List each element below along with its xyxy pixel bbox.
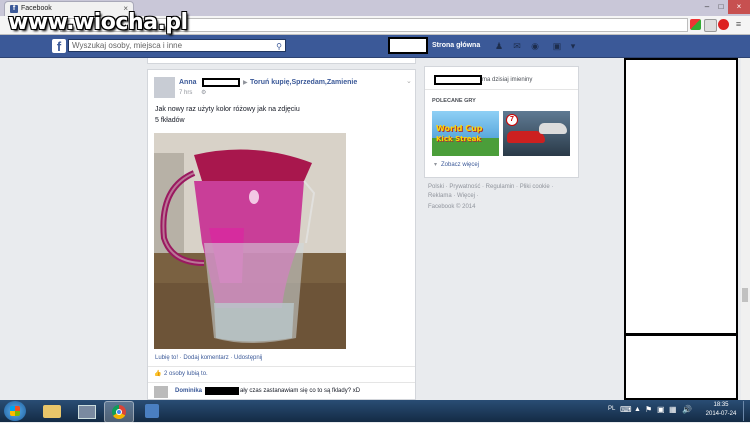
divider [425,89,578,90]
maximize-button[interactable]: □ [714,0,728,14]
window-controls: – □ × [700,0,750,14]
redacted-name [434,75,482,85]
post-photo[interactable] [154,133,346,349]
windows-logo-icon [10,406,20,416]
show-desktop-button[interactable] [743,401,750,421]
taskbar-explorer[interactable] [38,401,66,421]
search-placeholder: Wyszukaj osoby, miejsca i inne [72,41,183,50]
extension-icon[interactable] [704,19,717,32]
extension-icon[interactable] [690,19,701,30]
previous-post-stub [147,58,416,64]
divider [148,382,415,383]
avatar[interactable] [154,77,175,98]
language-indicator[interactable]: PL [608,406,615,412]
game-title: World Cup [436,124,483,133]
minimize-button[interactable]: – [700,0,714,14]
chrome-icon [112,405,126,419]
menu-icon[interactable]: ≡ [733,19,744,30]
post-text-line1: Jak nowy raz użyty kolor różowy jak na z… [155,106,300,113]
app-icon [145,404,159,418]
commenter-avatar[interactable] [154,386,168,398]
taskbar-network[interactable] [72,401,100,421]
search-icon[interactable]: ⚲ [276,41,282,53]
see-more-link[interactable]: Zobacz więcej [441,162,479,168]
start-button[interactable] [4,401,26,421]
redacted-name [202,78,240,87]
white-car-icon [539,123,567,134]
post-options-chevron-icon[interactable]: ⌄ [406,77,412,85]
globe-icon: ⚙ [201,90,207,96]
like-thumb-icon: 👍 [154,371,162,377]
window-close-button[interactable]: × [728,0,750,14]
water-filter-jug-image [154,133,346,349]
opera-icon[interactable] [718,19,729,30]
taskbar-app[interactable] [138,401,166,421]
taskbar: PL ⌨ ▲ ⚑ ▣ ▦ 🔊 18:35 2014-07-24 [0,400,750,423]
folder-icon [43,405,61,418]
privacy-icon[interactable]: ▣ [552,41,562,51]
redacted-name [205,387,239,395]
post-time[interactable]: 7 hrs [179,90,192,96]
facebook-header: f Wyszukaj osoby, miejsca i inne ⚲ Stron… [0,35,750,58]
home-link[interactable]: Strona główna [432,42,480,49]
keyboard-icon[interactable]: ⌨ [620,405,632,414]
comment-author[interactable]: Dominika [175,388,202,394]
computer-icon [78,405,96,419]
post-text-line2: 5 fkładów [155,117,185,124]
clock-date[interactable]: 2014-07-24 [701,411,741,417]
game-thumbnail-racing[interactable]: 7 [503,111,570,156]
post-group[interactable]: Toruń kupię,Sprzedam,Zamienie [250,79,357,86]
likes-count[interactable]: 2 osoby lubią to. [164,371,208,377]
footer-copyright: Facebook © 2014 [428,204,476,210]
flag-icon[interactable]: ⚑ [645,405,652,414]
right-sidebar-card: ma dzisiaj imieniny POLECANE GRY World C… [424,66,579,178]
taskbar-chrome[interactable] [104,401,134,423]
footer-links-line1[interactable]: Polski · Prywatność · Regulamin · Pliki … [428,184,553,190]
scrollbar-thumb[interactable] [742,288,748,302]
footer-links-line2[interactable]: Reklama · Więcej · [428,193,479,199]
redacted-profile[interactable] [388,37,428,54]
settings-chevron-icon[interactable]: ▾ [568,41,578,51]
up-arrow-icon[interactable]: ▲ [634,406,641,413]
redacted-region [624,58,738,335]
facebook-logo[interactable]: f [52,39,66,54]
notifications-icon[interactable]: ◉ [530,41,540,51]
redacted-region [624,334,738,400]
network-icon[interactable]: ▦ [669,405,677,414]
birthday-text[interactable]: ma dzisiaj imieniny [482,77,532,83]
post-card: Anna ▶ Toruń kupię,Sprzedam,Zamienie 7 h… [147,69,416,400]
chevron-down-icon: ▾ [434,162,438,168]
arrow-icon: ▶ [243,80,248,86]
scrollbar[interactable] [741,58,750,400]
post-author[interactable]: Anna [179,79,197,86]
messages-icon[interactable]: ✉ [512,41,522,51]
divider [148,366,415,367]
games-header: POLECANE GRY [432,98,476,104]
clock-time[interactable]: 18:35 [704,402,738,408]
display-icon[interactable]: ▣ [657,405,665,414]
search-input[interactable]: Wyszukaj osoby, miejsca i inne ⚲ [68,39,286,52]
game-subtitle: Kick Streak [436,135,482,143]
volume-icon[interactable]: 🔊 [682,405,692,414]
game-thumbnail-world-cup[interactable]: World Cup Kick Streak [432,111,499,156]
friend-requests-icon[interactable]: ♟ [494,41,504,51]
post-actions[interactable]: Lubię to! · Dodaj komentarz · Udostępnij [155,355,262,361]
watermark: www.wiocha.pl [8,10,188,35]
badge-icon: 7 [506,114,518,126]
comment-text: ały czas zastanawiam się co to są fklady… [240,388,361,394]
